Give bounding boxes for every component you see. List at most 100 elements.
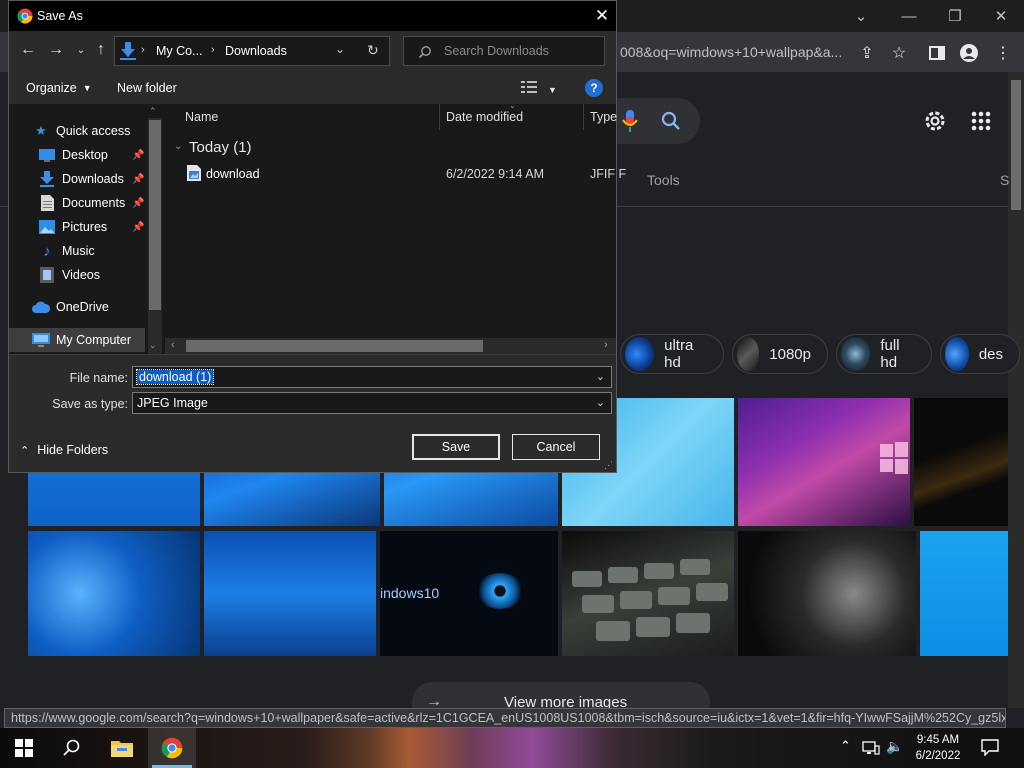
- nav-item-label: Documents: [62, 196, 126, 210]
- chevron-down-icon[interactable]: ⌄: [838, 0, 884, 32]
- column-separator[interactable]: [439, 104, 440, 130]
- back-arrow-icon[interactable]: ←: [16, 38, 40, 62]
- image-result[interactable]: [204, 531, 376, 656]
- eye-graphic: [476, 573, 524, 609]
- nav-item-downloads[interactable]: Downloads: [38, 168, 124, 190]
- nav-item-label: Videos: [62, 268, 100, 282]
- scroll-left-icon[interactable]: ‹: [171, 339, 175, 351]
- view-options-button[interactable]: ▼: [520, 80, 557, 99]
- restore-icon[interactable]: ❐: [932, 0, 978, 32]
- settings-gear-icon[interactable]: [922, 108, 948, 134]
- file-name-combobox[interactable]: download (1) ⌄: [132, 366, 612, 388]
- windows-start-icon[interactable]: [0, 728, 48, 768]
- breadcrumb-my-computer[interactable]: My Co...: [156, 44, 203, 58]
- search-icon[interactable]: [660, 110, 682, 132]
- taskbar-clock[interactable]: 9:45 AM 6/2/2022: [908, 732, 968, 764]
- close-window-icon[interactable]: ✕: [978, 0, 1024, 32]
- chevron-up-icon: ⌃: [20, 444, 30, 457]
- up-arrow-icon[interactable]: ↑: [89, 38, 113, 62]
- address-dropdown-chevron-icon[interactable]: ⌄: [335, 42, 345, 56]
- search-input[interactable]: [404, 37, 604, 65]
- tools-link[interactable]: Tools: [647, 172, 680, 188]
- image-result[interactable]: [738, 531, 916, 656]
- scroll-up-icon[interactable]: ⌃: [149, 106, 157, 117]
- search-downloads-field[interactable]: [403, 36, 605, 66]
- chip-label: full hd: [880, 337, 900, 371]
- notifications-icon[interactable]: [980, 738, 1000, 757]
- new-folder-button[interactable]: New folder: [117, 81, 177, 95]
- h-scrollbar-thumb[interactable]: [186, 340, 483, 352]
- chip-1080p[interactable]: 1080p: [732, 334, 828, 374]
- column-header-date-modified[interactable]: Date modified: [446, 110, 523, 124]
- image-result[interactable]: [562, 531, 734, 656]
- image-result[interactable]: [738, 398, 910, 526]
- column-separator[interactable]: [583, 104, 584, 130]
- forward-arrow-icon[interactable]: →: [44, 38, 68, 62]
- address-breadcrumb[interactable]: › My Co... › Downloads ⌄ ↻: [114, 36, 390, 66]
- search-icon: [418, 45, 432, 59]
- bookmark-star-icon[interactable]: ☆: [886, 40, 912, 66]
- minimize-icon[interactable]: —: [886, 0, 932, 32]
- group-collapse-chevron-icon[interactable]: ⌄: [174, 141, 182, 152]
- organize-button[interactable]: Organize ▼: [26, 81, 92, 95]
- nav-item-videos[interactable]: Videos: [38, 264, 100, 286]
- nav-item-my-computer[interactable]: My Computer: [32, 329, 131, 351]
- resize-grip-icon[interactable]: ⋰: [604, 460, 613, 471]
- file-row[interactable]: download 6/2/2022 9:14 AM JFIF F: [165, 163, 626, 185]
- address-bar-text[interactable]: 008&oq=wimdows+10+wallpap&a...: [620, 44, 842, 60]
- breadcrumb-separator-icon: ›: [211, 44, 215, 56]
- dialog-close-icon[interactable]: ✕: [588, 4, 616, 28]
- dialog-titlebar[interactable]: [9, 1, 616, 31]
- page-scrollbar-thumb[interactable]: [1011, 80, 1021, 210]
- nav-item-desktop[interactable]: Desktop: [38, 144, 108, 166]
- sidebar-icon[interactable]: [924, 40, 950, 66]
- music-icon: ♪: [43, 242, 51, 260]
- chevron-down-icon[interactable]: ⌄: [596, 396, 605, 409]
- file-explorer-icon[interactable]: [98, 728, 146, 768]
- nav-item-pictures[interactable]: Pictures: [38, 216, 107, 238]
- kebab-menu-icon[interactable]: ⋮: [990, 40, 1016, 66]
- chrome-logo-icon: [17, 8, 33, 24]
- group-header-today[interactable]: Today (1): [189, 139, 252, 156]
- image-result[interactable]: [914, 398, 1008, 526]
- share-icon[interactable]: ⇪: [854, 40, 880, 66]
- jpeg-file-icon: [187, 165, 201, 181]
- chip-full-hd[interactable]: full hd: [836, 334, 932, 374]
- image-result[interactable]: indows10: [380, 531, 558, 656]
- image-result[interactable]: [28, 531, 200, 656]
- breadcrumb-downloads[interactable]: Downloads: [225, 44, 287, 58]
- column-header-type[interactable]: Type: [590, 110, 617, 124]
- scroll-down-icon[interactable]: ⌄: [149, 340, 157, 351]
- tray-overflow-chevron-icon[interactable]: ⌃: [840, 738, 851, 754]
- save-button[interactable]: Save: [412, 434, 500, 460]
- volume-icon[interactable]: 🔈: [886, 738, 903, 755]
- chip-ultra-hd[interactable]: ultra hd: [620, 334, 724, 374]
- cancel-button[interactable]: Cancel: [512, 434, 600, 460]
- scroll-right-icon[interactable]: ›: [604, 339, 608, 351]
- chevron-down-icon: ▼: [548, 84, 557, 95]
- clock-time: 9:45 AM: [916, 734, 960, 746]
- mic-icon[interactable]: [620, 108, 640, 134]
- nav-item-label: Quick access: [56, 124, 131, 138]
- nav-item-onedrive[interactable]: OneDrive: [32, 296, 109, 318]
- chrome-taskbar-icon[interactable]: [148, 728, 196, 768]
- chevron-down-icon[interactable]: ⌄: [596, 370, 605, 383]
- file-name-input[interactable]: download (1): [135, 369, 215, 385]
- apps-grid-icon[interactable]: [970, 110, 992, 132]
- refresh-icon[interactable]: ↻: [367, 42, 379, 59]
- pin-icon: 📌: [132, 174, 145, 185]
- nav-item-documents[interactable]: Documents: [38, 192, 125, 214]
- hide-folders-toggle[interactable]: ⌃ Hide Folders: [20, 443, 108, 457]
- nav-pane-scroll-thumb[interactable]: [149, 120, 161, 310]
- image-result[interactable]: [920, 531, 1008, 656]
- help-icon[interactable]: ?: [585, 79, 603, 97]
- safesearch-link[interactable]: S: [1000, 172, 1009, 188]
- chip-desktop[interactable]: des: [940, 334, 1020, 374]
- column-header-name[interactable]: Name: [185, 110, 218, 124]
- save-as-type-select[interactable]: JPEG Image ⌄: [132, 392, 612, 414]
- nav-item-quick-access[interactable]: ★ Quick access: [32, 120, 130, 142]
- network-icon[interactable]: [862, 740, 880, 756]
- search-icon[interactable]: [48, 728, 96, 768]
- nav-item-music[interactable]: ♪ Music: [38, 240, 94, 262]
- profile-icon[interactable]: [956, 40, 982, 66]
